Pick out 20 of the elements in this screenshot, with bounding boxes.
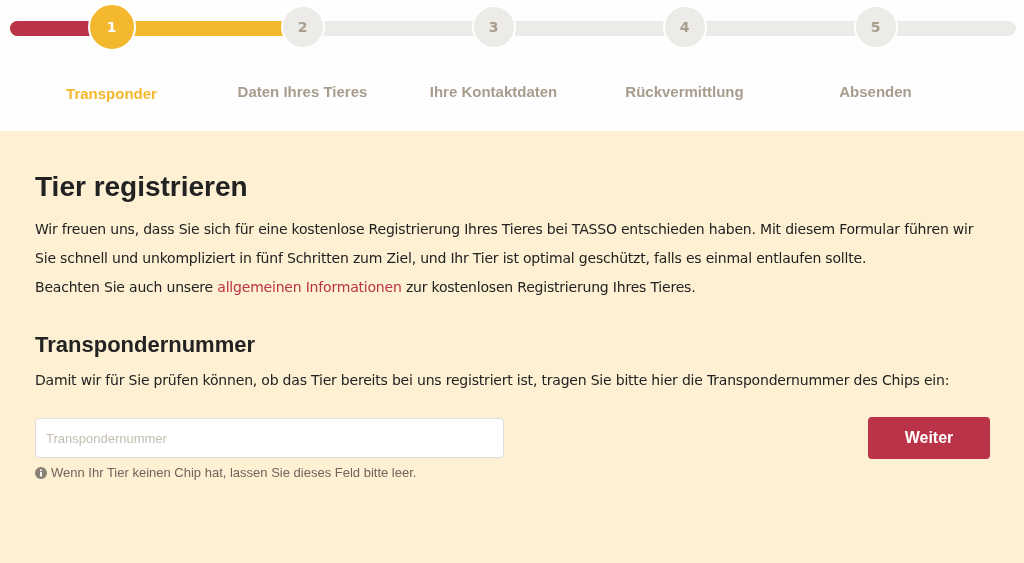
next-button[interactable]: Weiter	[868, 417, 990, 459]
page-title: Tier registrieren	[35, 171, 249, 203]
step-label[interactable]: Daten Ihres Tieres	[237, 83, 368, 100]
step-label[interactable]: Rückvermittlung	[625, 83, 744, 100]
step-label[interactable]: Transponder	[66, 85, 157, 102]
transponder-field[interactable]: Transpondernummer	[35, 418, 504, 458]
info-link[interactable]: allgemeinen Informationen	[217, 279, 402, 295]
step-number[interactable]: 4	[662, 5, 707, 49]
step-label[interactable]: Absenden	[839, 83, 912, 100]
intro-text: Wir freuen uns, dass Sie sich für eine kostenlose Registrierung Ihres Tieres bei TASSO entschieden haben. Mit diesem Formular führen wir Sie schnell und unkompliziert in fünf Schritten zum Ziel, und Ihr Tier ist optimal geschützt, falls es einmal entlaufen sollte.	[35, 220, 975, 268]
step-number[interactable]: 5	[853, 5, 898, 49]
step-number[interactable]: 1	[87, 3, 136, 51]
info-icon	[35, 466, 47, 479]
section-text: Damit wir für Sie prüfen können, ob das Tier bereits bei uns registriert ist, tragen Sie bitte hier die Transpondernummer des Chips ein:	[35, 371, 951, 390]
hint-text: Wenn Ihr Tier keinen Chip hat, lassen Sie dieses Feld bitte leer.	[51, 465, 417, 480]
step-number[interactable]: 3	[471, 5, 516, 49]
info-text: Beachten Sie auch unsere allgemeinen Informationen zur kostenlosen Registrierung Ihres Tieres.	[35, 278, 697, 297]
section-title: Transpondernummer	[35, 332, 257, 358]
step-number[interactable]: 2	[280, 5, 325, 49]
step-label[interactable]: Ihre Kontaktdaten	[429, 83, 558, 100]
